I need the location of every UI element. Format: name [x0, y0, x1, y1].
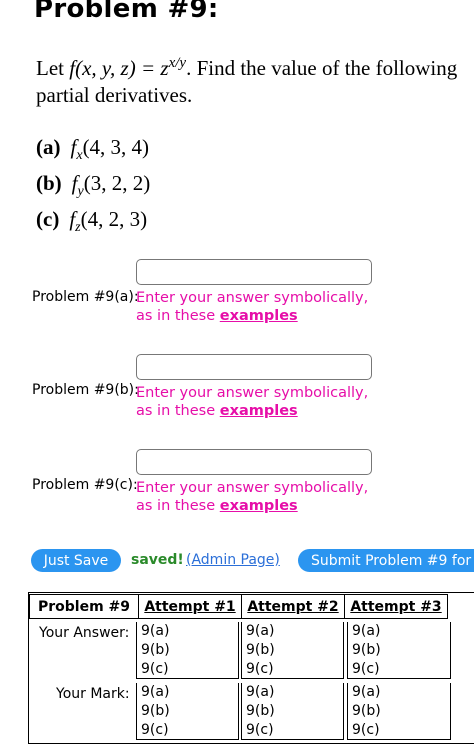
answer-input-c[interactable]: [136, 449, 372, 475]
part-a: (a) fx(4, 3, 4): [36, 135, 150, 164]
admin-page-link[interactable]: (Admin Page): [186, 552, 280, 568]
answer-hint-c: Enter your answer symbolically, as in th…: [136, 480, 369, 514]
submit-button[interactable]: Submit Problem #9 for Grading: [298, 549, 474, 572]
just-save-button[interactable]: Just Save: [31, 549, 121, 572]
answer-input-a[interactable]: [136, 259, 372, 285]
answer-label-b: Problem #9(b):: [32, 382, 139, 398]
statement-line2: partial derivatives.: [36, 83, 193, 107]
attempt-3-header[interactable]: Attempt #3: [344, 594, 448, 619]
result-group-box: [241, 683, 344, 740]
statement-rest: . Find the value of the following: [186, 56, 458, 80]
examples-link-a[interactable]: examples: [220, 308, 298, 324]
part-c: (c) fz(4, 2, 3): [36, 207, 148, 236]
result-group-box: [241, 622, 344, 679]
attempt-2-header[interactable]: Attempt #2: [241, 594, 345, 619]
examples-link-c[interactable]: examples: [220, 498, 298, 514]
result-group-box: [136, 683, 239, 740]
attempts-table: Problem #9 Attempt #1 Attempt #2 Attempt…: [29, 594, 448, 619]
statement-let: Let: [36, 56, 64, 80]
page-title: Problem #9:: [34, 0, 219, 24]
result-group-box: [136, 622, 239, 679]
attempt-1-header[interactable]: Attempt #1: [138, 594, 242, 619]
part-b: (b) fy(3, 2, 2): [36, 171, 151, 200]
result-group-box: [347, 683, 451, 740]
saved-status: saved!: [131, 552, 184, 568]
your-answer-label: Your Answer:: [39, 625, 130, 641]
statement-args: (x, y, z) = z: [75, 56, 169, 80]
answer-hint-a: Enter your answer symbolically, as in th…: [136, 290, 369, 324]
problem-statement: Let f(x, y, z) = zx/y. Find the value of…: [36, 50, 466, 109]
answer-input-b[interactable]: [136, 354, 372, 380]
result-group-box: [347, 622, 451, 679]
table-corner: Problem #9: [29, 594, 139, 619]
your-mark-label: Your Mark:: [56, 686, 130, 702]
answer-label-a: Problem #9(a):: [32, 289, 139, 305]
answer-hint-b: Enter your answer symbolically, as in th…: [136, 385, 369, 419]
examples-link-b[interactable]: examples: [220, 403, 298, 419]
answer-label-c: Problem #9(c):: [32, 477, 138, 493]
statement-exponent: x/y: [168, 55, 187, 71]
